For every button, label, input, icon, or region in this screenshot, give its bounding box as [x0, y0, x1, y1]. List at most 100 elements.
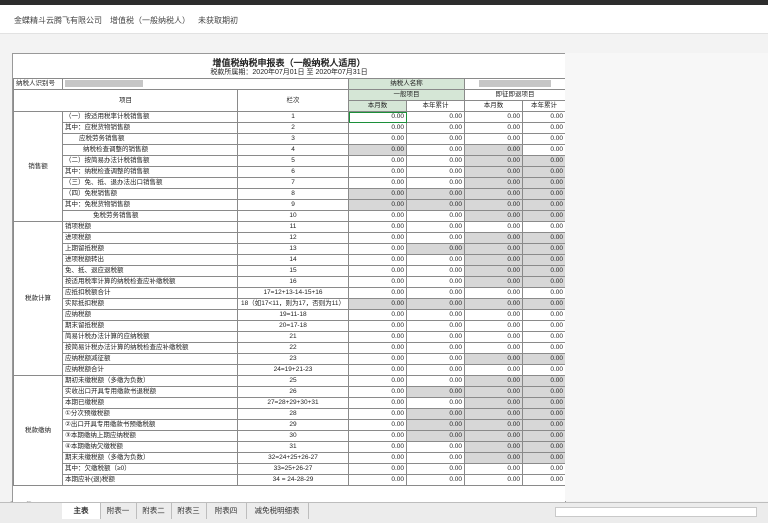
value-cell[interactable]: 0.00	[348, 441, 407, 453]
value-cell[interactable]: 0.00	[464, 177, 523, 189]
value-cell[interactable]: 0.00	[348, 188, 407, 200]
value-cell[interactable]: 0.00	[464, 419, 523, 431]
sheet-tab[interactable]: 附表三	[171, 503, 207, 519]
value-cell[interactable]: 0.00	[348, 298, 407, 310]
value-cell[interactable]: 0.00	[348, 155, 407, 167]
value-cell[interactable]: 0.00	[348, 265, 407, 277]
value-cell[interactable]: 0.00	[406, 221, 465, 233]
value-cell[interactable]: 0.00	[464, 408, 523, 420]
value-cell[interactable]: 0.00	[464, 386, 523, 398]
value-cell[interactable]: 0.00	[522, 166, 565, 178]
value-cell[interactable]: 0.00	[522, 199, 565, 211]
value-cell[interactable]: 0.00	[348, 309, 407, 321]
value-cell[interactable]: 0.00	[348, 364, 407, 376]
value-cell[interactable]: 0.00	[464, 199, 523, 211]
value-cell[interactable]: 0.00	[464, 276, 523, 288]
value-cell[interactable]: 0.00	[348, 331, 407, 343]
value-cell[interactable]: 0.00	[522, 474, 565, 486]
value-cell[interactable]: 0.00	[406, 364, 465, 376]
value-cell[interactable]: 0.00	[406, 452, 465, 464]
value-cell[interactable]: 0.00	[406, 122, 465, 134]
value-cell[interactable]: 0.00	[348, 254, 407, 266]
value-cell[interactable]: 0.00	[406, 166, 465, 178]
tax-type-label[interactable]: 增值税（一般纳税人）	[110, 15, 190, 26]
value-cell[interactable]: 0.00	[348, 408, 407, 420]
value-cell[interactable]: 0.00	[464, 342, 523, 354]
value-cell[interactable]: 0.00	[348, 111, 407, 123]
value-cell[interactable]: 0.00	[348, 177, 407, 189]
value-cell[interactable]: 0.00	[406, 441, 465, 453]
value-cell[interactable]: 0.00	[348, 320, 407, 332]
value-cell[interactable]: 0.00	[522, 221, 565, 233]
value-cell[interactable]: 0.00	[522, 232, 565, 244]
value-cell[interactable]: 0.00	[406, 199, 465, 211]
value-cell[interactable]: 0.00	[522, 144, 565, 156]
value-cell[interactable]: 0.00	[406, 320, 465, 332]
value-cell[interactable]: 0.00	[348, 353, 407, 365]
value-cell[interactable]: 0.00	[464, 397, 523, 409]
sheet-tab[interactable]: 附表四	[206, 503, 247, 519]
value-cell[interactable]: 0.00	[406, 243, 465, 255]
value-cell[interactable]: 0.00	[522, 111, 565, 123]
value-cell[interactable]: 0.00	[464, 364, 523, 376]
value-cell[interactable]: 0.00	[522, 287, 565, 299]
taxpayer-id-value[interactable]	[62, 78, 349, 90]
value-cell[interactable]: 0.00	[406, 353, 465, 365]
value-cell[interactable]: 0.00	[464, 474, 523, 486]
value-cell[interactable]: 0.00	[522, 210, 565, 222]
value-cell[interactable]: 0.00	[464, 298, 523, 310]
value-cell[interactable]: 0.00	[464, 166, 523, 178]
value-cell[interactable]: 0.00	[348, 144, 407, 156]
value-cell[interactable]: 0.00	[406, 210, 465, 222]
value-cell[interactable]: 0.00	[464, 331, 523, 343]
value-cell[interactable]: 0.00	[522, 243, 565, 255]
value-cell[interactable]: 0.00	[406, 397, 465, 409]
value-cell[interactable]: 0.00	[464, 122, 523, 134]
value-cell[interactable]: 0.00	[522, 419, 565, 431]
value-cell[interactable]: 0.00	[522, 463, 565, 475]
value-cell[interactable]: 0.00	[464, 133, 523, 145]
value-cell[interactable]: 0.00	[522, 397, 565, 409]
value-cell[interactable]: 0.00	[522, 430, 565, 442]
value-cell[interactable]: 0.00	[348, 397, 407, 409]
value-cell[interactable]: 0.00	[522, 331, 565, 343]
value-cell[interactable]: 0.00	[348, 386, 407, 398]
value-cell[interactable]: 0.00	[406, 298, 465, 310]
value-cell[interactable]: 0.00	[348, 232, 407, 244]
value-cell[interactable]: 0.00	[464, 265, 523, 277]
value-cell[interactable]: 0.00	[348, 221, 407, 233]
sheet-tab[interactable]: 减免税明细表	[246, 503, 309, 519]
value-cell[interactable]: 0.00	[522, 452, 565, 464]
value-cell[interactable]: 0.00	[348, 342, 407, 354]
company-name[interactable]: 金蝶精斗云腾飞有限公司	[14, 15, 102, 26]
sheet-tab[interactable]: 附表二	[136, 503, 172, 519]
value-cell[interactable]: 0.00	[348, 287, 407, 299]
value-cell[interactable]: 0.00	[406, 342, 465, 354]
value-cell[interactable]: 0.00	[348, 243, 407, 255]
taxpayer-name-value[interactable]	[464, 78, 565, 90]
value-cell[interactable]: 0.00	[522, 298, 565, 310]
value-cell[interactable]: 0.00	[406, 254, 465, 266]
value-cell[interactable]: 0.00	[522, 408, 565, 420]
value-cell[interactable]: 0.00	[522, 441, 565, 453]
value-cell[interactable]: 0.00	[406, 331, 465, 343]
value-cell[interactable]: 0.00	[406, 276, 465, 288]
value-cell[interactable]: 0.00	[406, 430, 465, 442]
value-cell[interactable]: 0.00	[522, 265, 565, 277]
value-cell[interactable]: 0.00	[464, 452, 523, 464]
value-cell[interactable]: 0.00	[348, 452, 407, 464]
value-cell[interactable]: 0.00	[464, 320, 523, 332]
value-cell[interactable]: 0.00	[522, 353, 565, 365]
value-cell[interactable]: 0.00	[348, 166, 407, 178]
value-cell[interactable]: 0.00	[348, 463, 407, 475]
value-cell[interactable]: 0.00	[464, 441, 523, 453]
value-cell[interactable]: 0.00	[406, 111, 465, 123]
value-cell[interactable]: 0.00	[464, 144, 523, 156]
value-cell[interactable]: 0.00	[522, 276, 565, 288]
value-cell[interactable]: 0.00	[464, 155, 523, 167]
horizontal-scrollbar[interactable]	[555, 507, 757, 517]
value-cell[interactable]: 0.00	[522, 375, 565, 387]
value-cell[interactable]: 0.00	[406, 386, 465, 398]
value-cell[interactable]: 0.00	[406, 287, 465, 299]
sheet-tab[interactable]: 主表	[62, 503, 101, 519]
